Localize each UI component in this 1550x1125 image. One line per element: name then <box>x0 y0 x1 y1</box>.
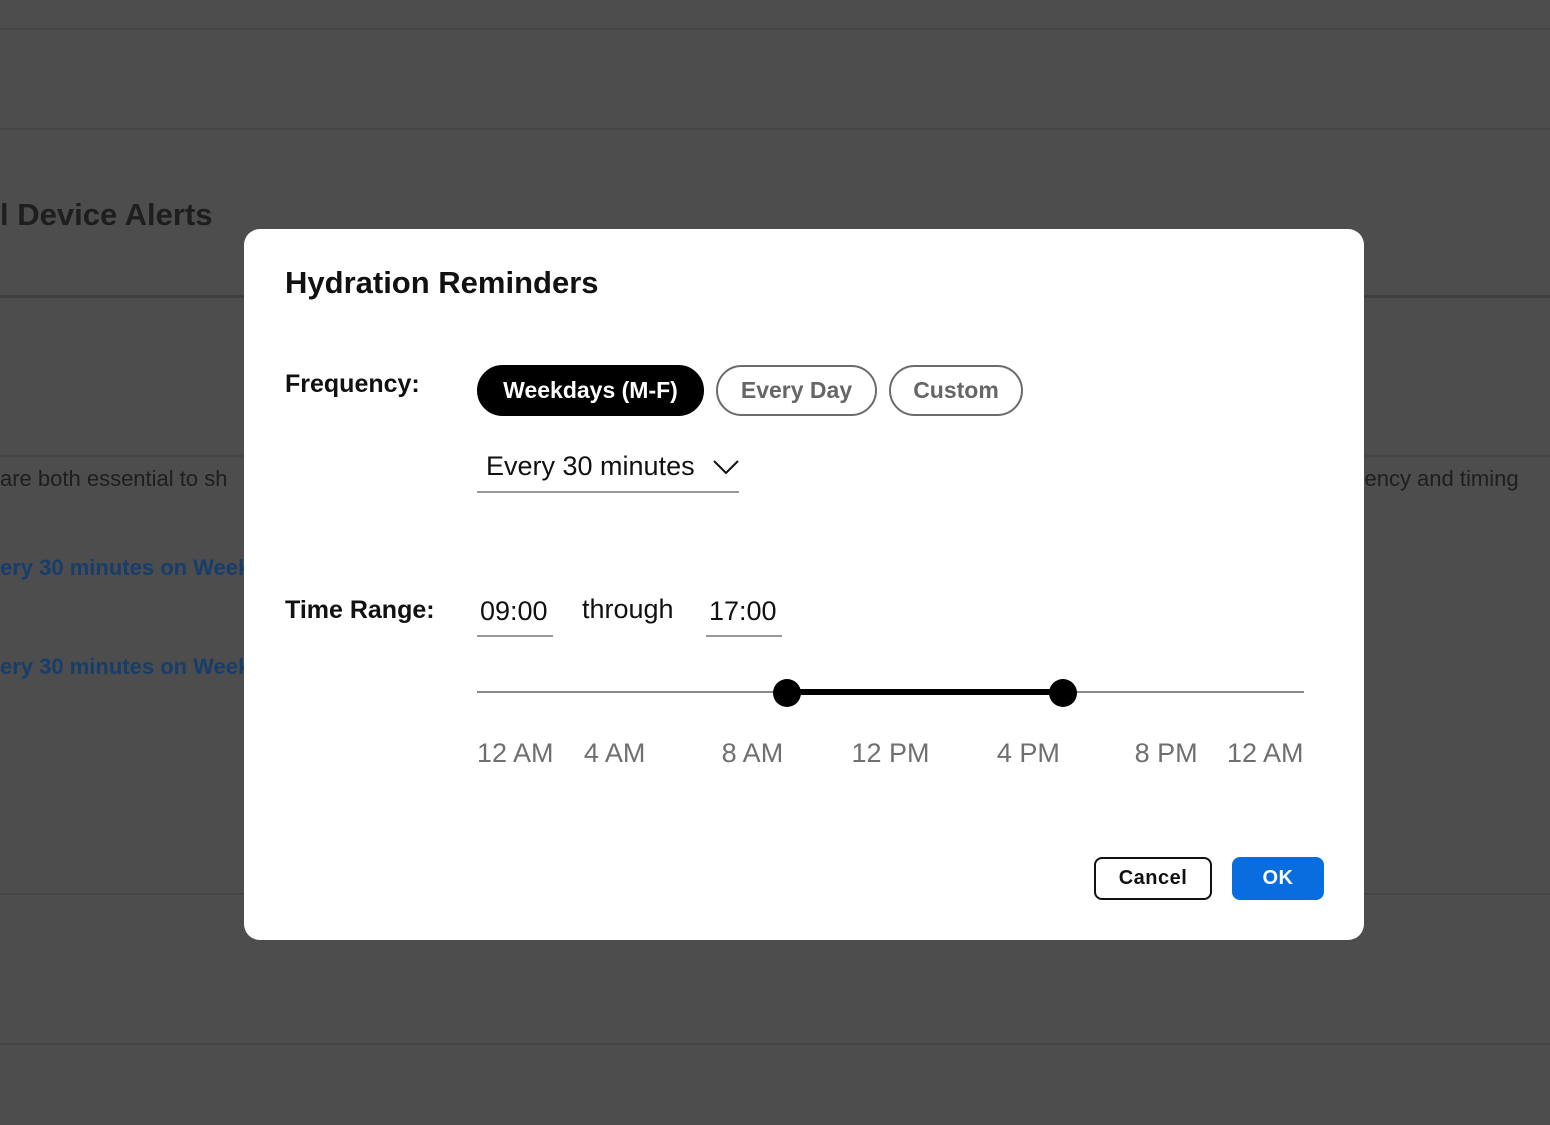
frequency-option-weekdays[interactable]: Weekdays (M-F) <box>477 365 704 416</box>
slider-tick-label: 12 AM <box>477 738 554 768</box>
section-heading: l Device Alerts <box>0 197 213 232</box>
start-time-input[interactable] <box>477 587 553 637</box>
dialog-title: Hydration Reminders <box>285 265 599 300</box>
slider-tick-label: 12 PM <box>851 738 930 768</box>
slider-tick-label: 12 AM <box>1227 738 1304 768</box>
interval-value: Every 30 minutes <box>486 451 695 481</box>
chevron-down-icon <box>713 460 739 475</box>
frequency-option-every-day[interactable]: Every Day <box>716 365 877 416</box>
divider <box>0 128 1550 130</box>
description-text: are both essential to sh <box>0 466 228 491</box>
slider-tick-label: 4 PM <box>996 738 1060 768</box>
time-range-label: Time Range: <box>285 596 435 624</box>
divider <box>0 1043 1550 1045</box>
interval-dropdown[interactable]: Every 30 minutes <box>477 447 739 493</box>
slider-selected-range <box>787 689 1063 695</box>
ok-button[interactable]: OK <box>1232 857 1324 900</box>
time-range-slider[interactable] <box>477 678 1304 708</box>
cancel-button[interactable]: Cancel <box>1094 857 1212 900</box>
reminder-link: ery 30 minutes on Week <box>0 654 251 679</box>
description-text: quency and timing <box>1340 466 1519 491</box>
frequency-option-custom[interactable]: Custom <box>889 365 1023 416</box>
end-time-input[interactable] <box>706 587 782 637</box>
slider-start-handle[interactable] <box>773 679 802 707</box>
slider-end-handle[interactable] <box>1048 679 1077 707</box>
slider-tick-label: 4 AM <box>583 738 646 768</box>
slider-tick-label: 8 AM <box>721 738 784 768</box>
divider <box>0 28 1550 30</box>
reminder-link: ery 30 minutes on Week <box>0 555 251 580</box>
through-label: through <box>582 594 674 624</box>
frequency-label: Frequency: <box>285 370 420 398</box>
slider-tick-label: 8 PM <box>1134 738 1198 768</box>
hydration-reminders-dialog: Hydration Reminders Frequency: Weekdays … <box>244 229 1364 940</box>
